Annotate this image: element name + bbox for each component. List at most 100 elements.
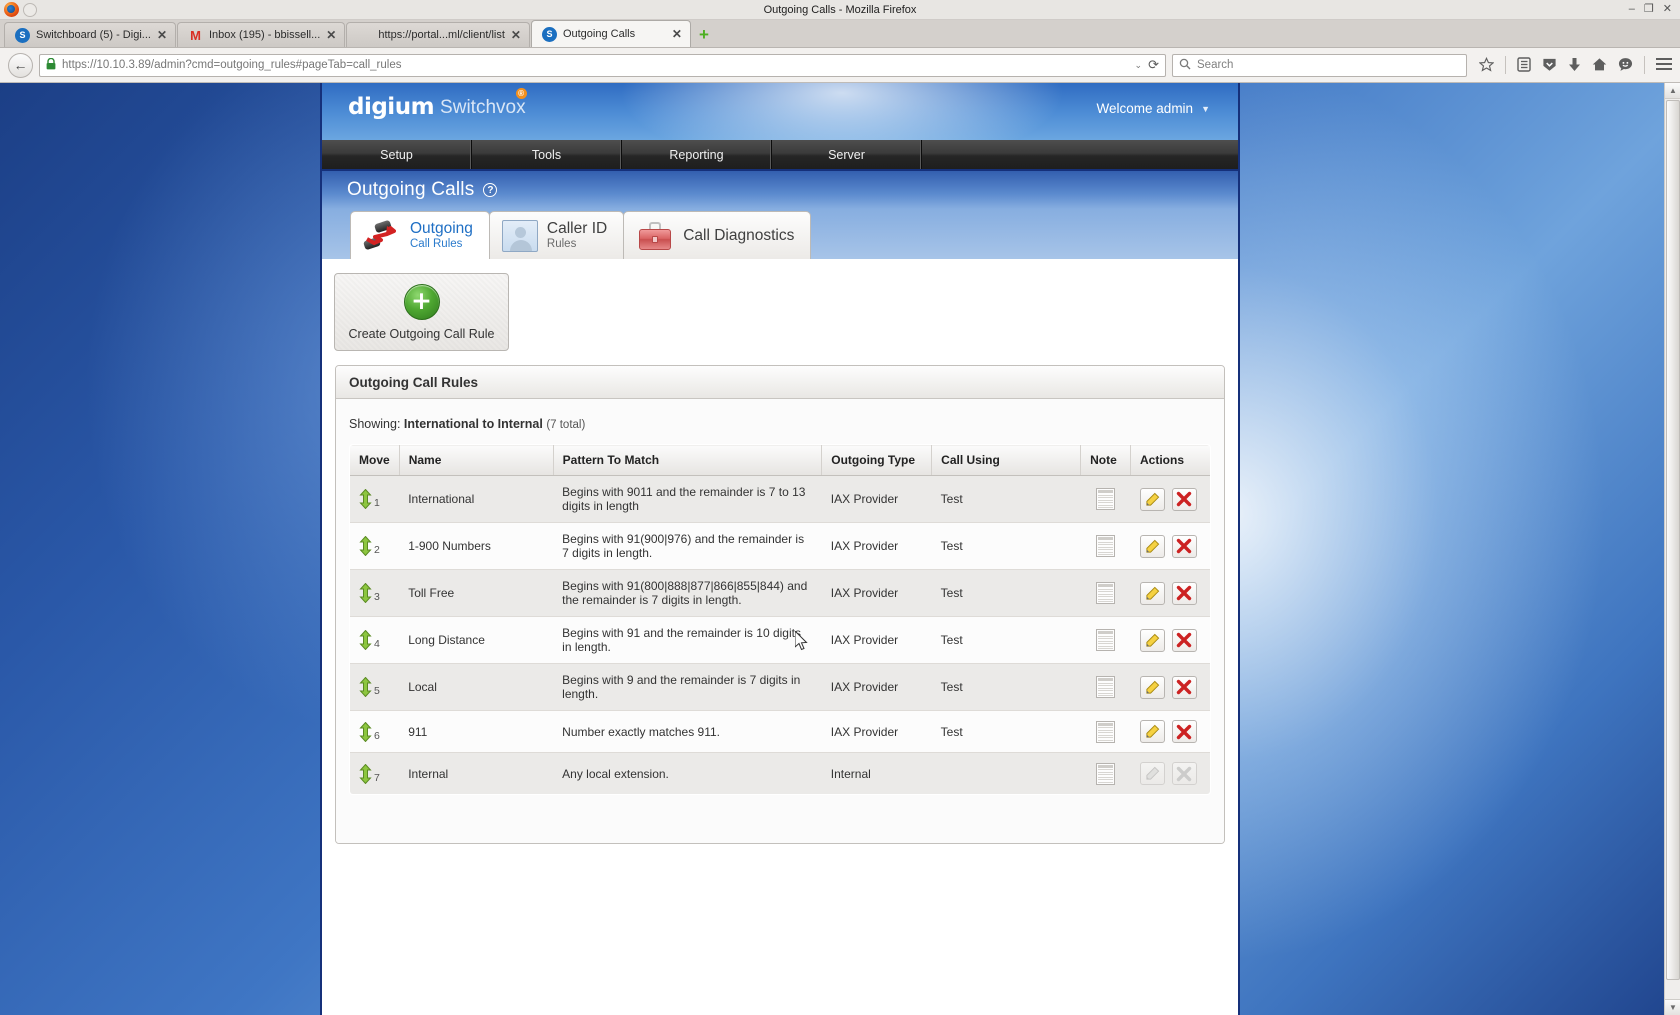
nav-item-tools[interactable]: Tools — [472, 140, 622, 169]
note-page-icon[interactable] — [1096, 535, 1116, 557]
shield-save-icon[interactable] — [1542, 57, 1557, 74]
table-body: 1 International Begins with 9011 and the… — [350, 475, 1210, 794]
cell-name: Toll Free — [399, 569, 554, 617]
welcome-admin-menu[interactable]: Welcome admin ▼ — [1097, 101, 1210, 116]
page-tab-row: Outgoing Call Rules Caller ID Rules Call… — [322, 209, 1238, 259]
delete-button[interactable] — [1171, 628, 1197, 652]
cell-note — [1080, 522, 1131, 570]
vertical-scrollbar[interactable]: ▲ ▼ — [1664, 83, 1680, 1015]
search-input[interactable]: Search — [1197, 59, 1233, 71]
edit-button[interactable] — [1139, 675, 1165, 699]
new-tab-button[interactable]: + — [692, 22, 716, 47]
address-bar[interactable]: https://10.10.3.89/admin?cmd=outgoing_ru… — [39, 53, 1166, 77]
edit-button[interactable] — [1139, 720, 1165, 743]
note-page-icon[interactable] — [1096, 762, 1116, 785]
browser-tab-portal[interactable]: https://portal...ml/client/list ✕ — [346, 22, 530, 47]
tab-outgoing-call-rules[interactable]: Outgoing Call Rules — [350, 211, 490, 259]
browser-tab-label: https://portal...ml/client/list — [378, 29, 505, 41]
back-arrow-icon: ← — [13, 57, 28, 73]
note-page-icon[interactable] — [1096, 720, 1116, 743]
bookmark-star-icon[interactable] — [1478, 56, 1495, 74]
browser-tab-close-icon[interactable]: ✕ — [157, 28, 167, 42]
note-page-icon[interactable] — [1096, 488, 1116, 510]
delete-button-disabled — [1171, 762, 1197, 785]
cell-actions — [1130, 522, 1210, 570]
column-header-move: Move — [350, 445, 400, 476]
delete-button[interactable] — [1171, 534, 1197, 558]
edit-button[interactable] — [1139, 581, 1165, 605]
help-icon[interactable]: ? — [483, 183, 498, 197]
tab-outgoing-call-rules-text: Outgoing Call Rules — [410, 220, 473, 251]
switchvox-admin-sheet: digium ® Switchvox Welcome admin ▼ Setup… — [320, 83, 1240, 1015]
edit-button[interactable] — [1139, 534, 1165, 558]
table-row: 4 Long Distance Begins with 91 and the r… — [350, 616, 1210, 664]
edit-button[interactable] — [1139, 628, 1165, 652]
table-row: 7 Internal Any local extension. Internal — [350, 752, 1210, 794]
browser-tab-outgoing-calls[interactable]: S Outgoing Calls ✕ — [530, 20, 691, 47]
downloads-arrow-icon[interactable] — [1568, 57, 1581, 74]
note-page-icon[interactable] — [1096, 629, 1116, 651]
nav-item-setup[interactable]: Setup — [322, 140, 472, 169]
reload-icon[interactable]: ⟳ — [1148, 57, 1159, 73]
cell-note — [1080, 663, 1131, 711]
cell-move: 6 — [350, 710, 400, 753]
registered-trademark-icon: ® — [515, 88, 527, 99]
chat-smiley-icon[interactable] — [1618, 57, 1633, 74]
scrollbar-thumb[interactable] — [1666, 100, 1680, 980]
cell-move: 1 — [350, 475, 400, 523]
tab-call-diagnostics[interactable]: Call Diagnostics — [623, 211, 812, 259]
cell-pattern: Begins with 9 and the remainder is 7 dig… — [553, 663, 822, 711]
cell-note — [1080, 616, 1131, 664]
tab-label-main: Caller ID — [546, 219, 608, 237]
page-content: digium ® Switchvox Welcome admin ▼ Setup… — [0, 83, 1664, 1015]
reader-list-icon[interactable] — [1517, 56, 1531, 74]
welcome-admin-label: Welcome admin — [1096, 101, 1194, 116]
home-icon[interactable] — [1592, 57, 1607, 74]
column-header-call-using: Call Using — [931, 445, 1082, 476]
move-updown-icon[interactable] — [359, 489, 372, 509]
browser-tab-switchboard[interactable]: S Switchboard (5) - Digi... ✕ — [4, 22, 176, 47]
move-updown-icon[interactable] — [359, 763, 372, 784]
move-updown-icon[interactable] — [359, 677, 372, 697]
move-index: 1 — [374, 497, 380, 509]
move-updown-icon[interactable] — [359, 583, 372, 603]
delete-button[interactable] — [1171, 581, 1197, 605]
browser-tab-close-icon[interactable]: ✕ — [511, 28, 521, 42]
chevron-down-icon[interactable]: ⌄ — [1135, 60, 1143, 71]
move-updown-icon[interactable] — [359, 721, 372, 742]
move-updown-icon[interactable] — [359, 536, 372, 556]
table-row: 2 1-900 Numbers Begins with 91(900|976) … — [350, 522, 1210, 570]
cell-outgoing-type: IAX Provider — [821, 663, 932, 711]
delete-button[interactable] — [1171, 487, 1197, 511]
scroll-down-button[interactable]: ▼ — [1665, 999, 1680, 1015]
browser-tab-close-icon[interactable]: ✕ — [672, 27, 682, 41]
outgoing-call-rules-table: Move Name Pattern To Match Outgoing Type… — [349, 444, 1211, 795]
create-outgoing-call-rule-label: Create Outgoing Call Rule — [348, 326, 495, 341]
delete-button[interactable] — [1171, 720, 1197, 743]
plus-icon: + — [698, 25, 709, 44]
outgoing-phones-icon — [363, 219, 401, 252]
cell-note — [1080, 710, 1131, 753]
nav-item-server[interactable]: Server — [772, 140, 922, 169]
browser-tab-close-icon[interactable]: ✕ — [326, 28, 336, 42]
search-bar[interactable]: Search — [1172, 53, 1467, 77]
showing-summary: Showing: International to Internal (7 to… — [349, 417, 1211, 431]
hamburger-menu-icon[interactable] — [1656, 57, 1672, 73]
delete-button[interactable] — [1171, 675, 1197, 699]
edit-button[interactable] — [1139, 487, 1165, 511]
page-viewport: digium ® Switchvox Welcome admin ▼ Setup… — [0, 83, 1680, 1015]
back-button[interactable]: ← — [8, 52, 33, 78]
tab-caller-id-rules[interactable]: Caller ID Rules — [488, 211, 625, 259]
cell-actions — [1130, 475, 1210, 523]
scroll-up-button[interactable]: ▲ — [1665, 83, 1680, 99]
showing-label: Showing: — [349, 417, 401, 431]
cell-pattern: Begins with 91(800|888|877|866|855|844) … — [553, 569, 822, 617]
browser-tab-inbox[interactable]: M Inbox (195) - bbissell... ✕ — [177, 22, 346, 47]
note-page-icon[interactable] — [1096, 676, 1116, 698]
nav-item-reporting[interactable]: Reporting — [622, 140, 772, 169]
note-page-icon[interactable] — [1096, 582, 1116, 604]
table-row: 1 International Begins with 9011 and the… — [350, 475, 1210, 523]
cell-actions — [1130, 616, 1210, 664]
create-outgoing-call-rule-button[interactable]: + Create Outgoing Call Rule — [334, 273, 509, 351]
move-updown-icon[interactable] — [359, 630, 372, 650]
